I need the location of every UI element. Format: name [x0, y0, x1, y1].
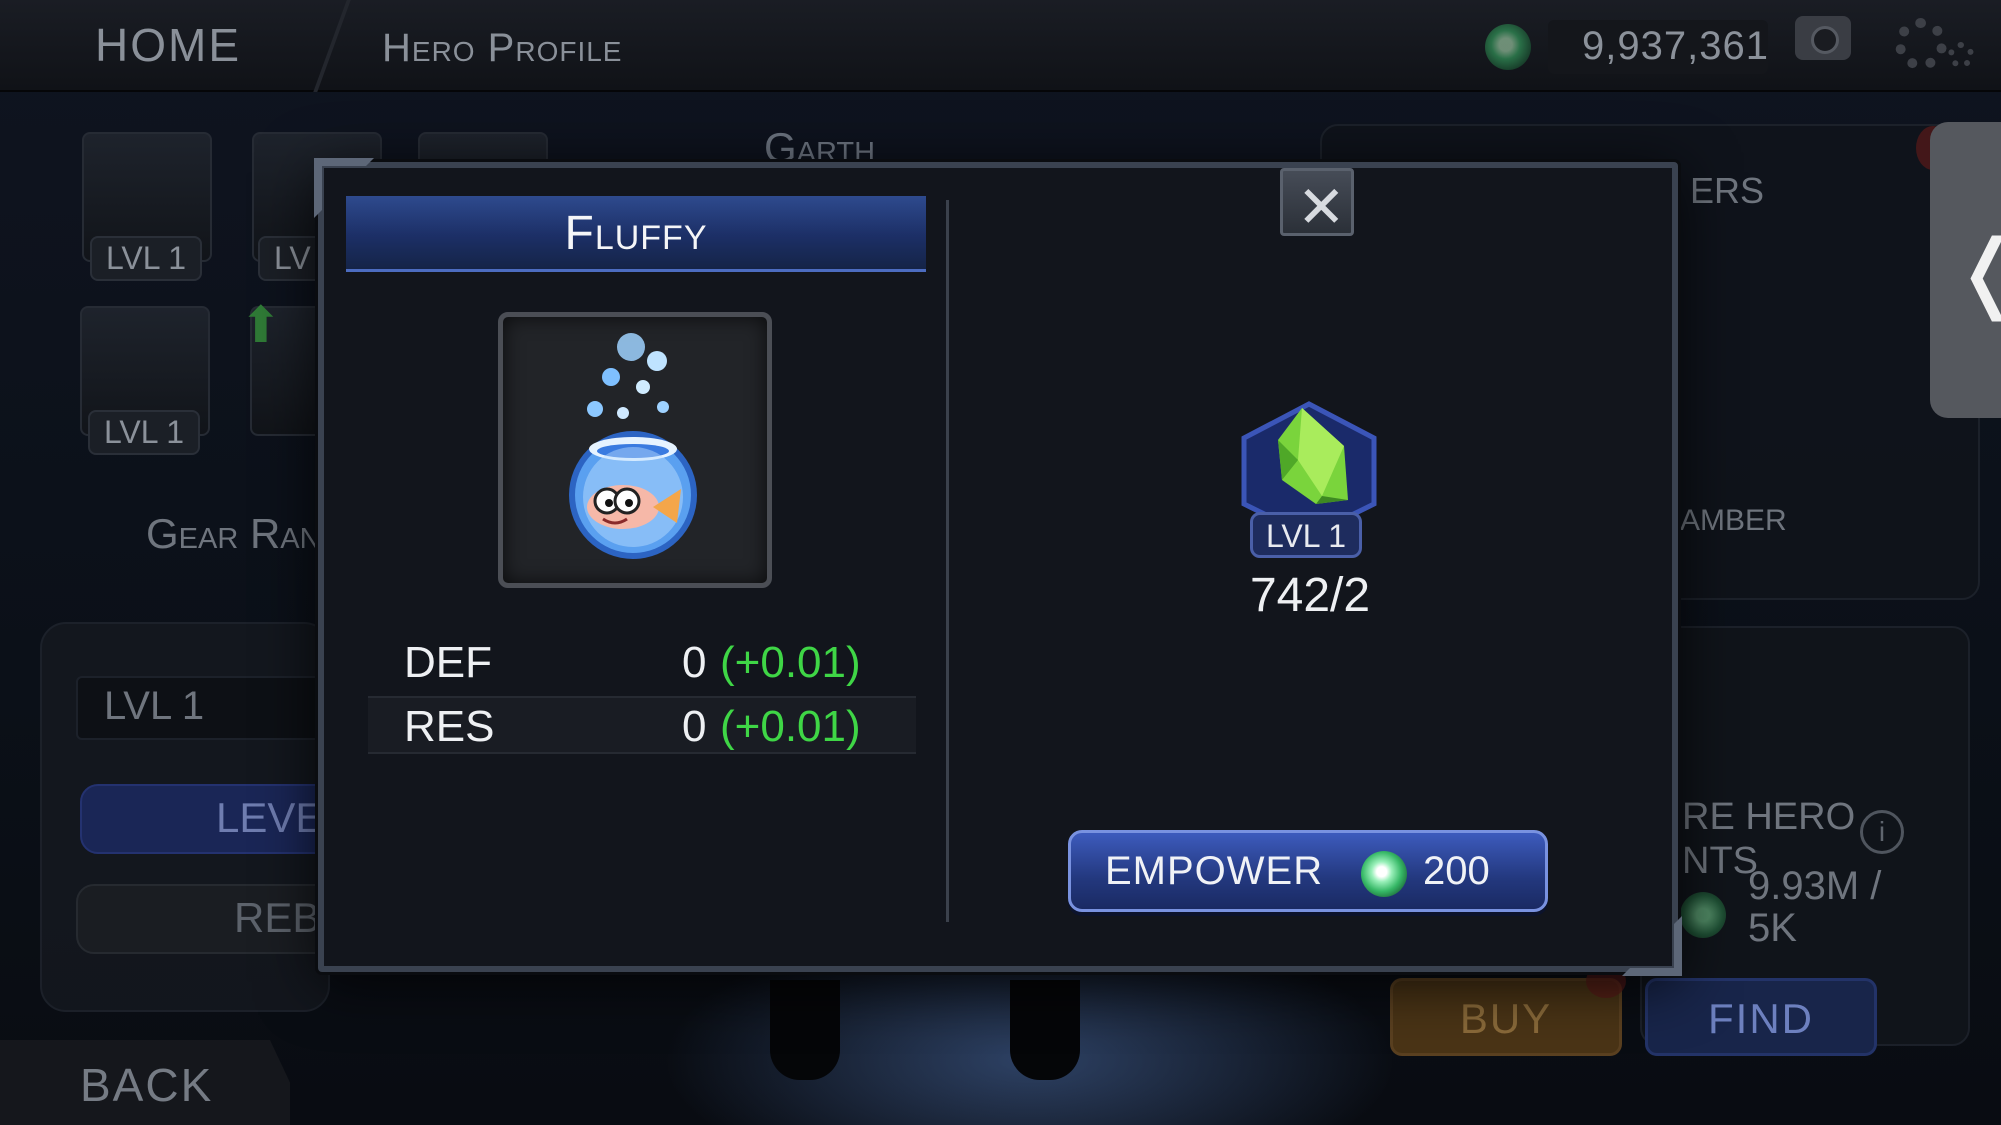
stat-row-res: RES 0 (+0.01) [368, 696, 916, 754]
buy-button-label: BUY [1459, 995, 1553, 1042]
side-drawer-tab[interactable]: ❬ [1930, 122, 2001, 418]
top-bar-divider [313, 0, 351, 92]
close-button[interactable]: ✕ [1280, 168, 1354, 240]
close-icon: ✕ [1297, 175, 1346, 240]
home-button[interactable]: HOME [95, 18, 241, 72]
empower-button-label: EMPOWER [1105, 849, 1324, 893]
item-icon-frame [498, 312, 772, 588]
buy-button[interactable]: BUY [1390, 978, 1622, 1056]
level-field-text: LVL 1 [104, 684, 205, 728]
modal-corner-ornament [1622, 916, 1682, 976]
catalyst-progress: 742/2 [1249, 569, 1371, 622]
chevron-left-icon: ❬ [1952, 222, 2001, 322]
small-gear-icon [1948, 42, 1974, 68]
hero-silhouette-leg [1010, 980, 1080, 1080]
hero-points-label-2: NTS [1682, 840, 1758, 882]
hero-points-value-1: 9.93M / [1748, 864, 1882, 908]
gear-slot-level: LVL 1 [90, 236, 203, 281]
stat-row-def: DEF 0 (+0.01) [368, 634, 916, 692]
stat-label: RES [404, 702, 495, 751]
empower-cost: 200 [1423, 849, 1490, 893]
modal-title-bar: Fluffy [346, 196, 926, 272]
right-header-fragment: ERS [1690, 170, 1765, 211]
hero-points-label-1: RE HERO [1682, 796, 1856, 838]
green-gem-currency-icon [1361, 851, 1407, 897]
stat-base-value: 0 [682, 702, 707, 751]
stat-bonus-value: (+0.01) [720, 702, 861, 751]
breadcrumb-hero-profile: Hero Profile [382, 26, 623, 70]
upgrade-arrow-icon: ⬆ [240, 297, 282, 353]
back-button[interactable]: BACK [80, 1058, 213, 1112]
empower-button[interactable]: EMPOWER 200 [1068, 830, 1548, 912]
find-button-label: FIND [1708, 995, 1814, 1042]
camera-icon[interactable] [1795, 16, 1851, 60]
find-button[interactable]: FIND [1645, 978, 1877, 1056]
hero-silhouette-leg [770, 980, 840, 1080]
gear-slot-level: LVL 1 [88, 410, 201, 455]
modal-divider [946, 200, 949, 922]
gem-currency-icon [1680, 892, 1726, 938]
modal-title: Fluffy [564, 207, 708, 260]
stat-base-value: 0 [682, 638, 707, 687]
gear-icon[interactable] [1895, 18, 1947, 70]
info-icon[interactable]: i [1860, 810, 1904, 854]
level-up-button-label: LEVE [216, 794, 324, 841]
hero-points-value-2: 5K [1748, 906, 1797, 950]
gear-rank-label: Gear Ran [146, 510, 321, 557]
gem-currency-icon [1485, 24, 1531, 70]
currency-balance: 9,937,361 [1582, 24, 1769, 68]
gear-slot-level: LV [258, 236, 327, 281]
catalyst-level-badge: LVL 1 [1250, 512, 1362, 558]
chamber-label: AMBER [1680, 504, 1787, 537]
fishbowl-icon [569, 333, 697, 559]
stat-bonus-value: (+0.01) [720, 638, 861, 687]
stat-label: DEF [404, 638, 492, 687]
top-bar: HOME Hero Profile 9,937,361 [0, 0, 2001, 92]
